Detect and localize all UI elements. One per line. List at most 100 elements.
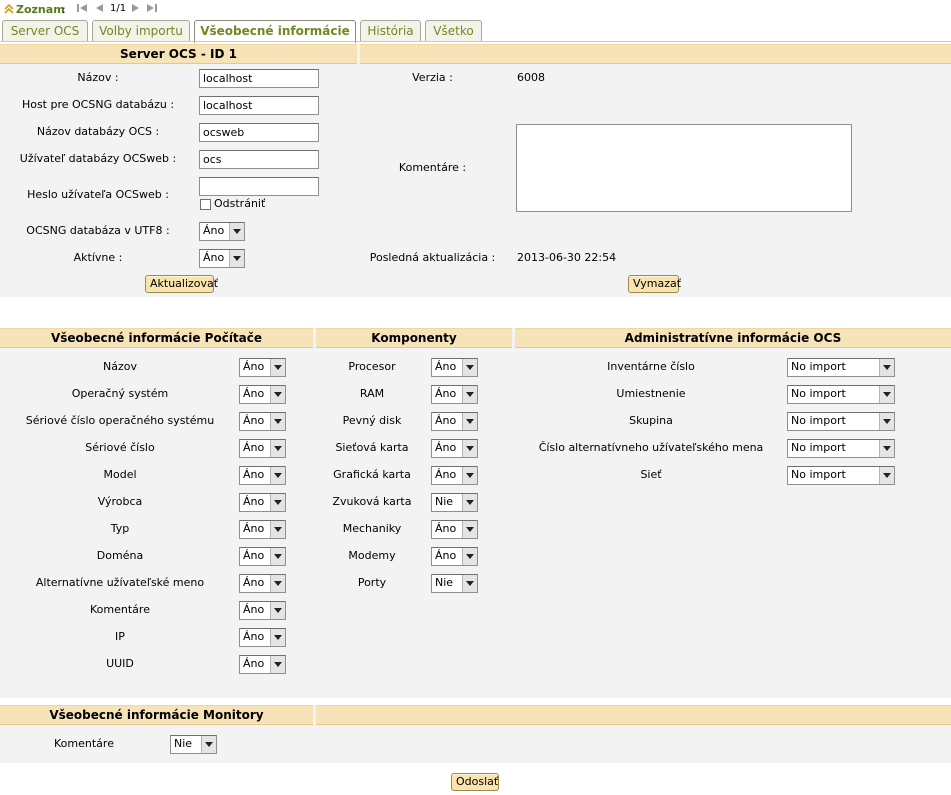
component-field-select[interactable]: Áno xyxy=(431,439,478,458)
tab-general-info[interactable]: Všeobecné informácie xyxy=(194,20,356,43)
nav-colon: : xyxy=(62,3,66,16)
component-field-select[interactable]: Áno xyxy=(431,466,478,485)
computer-field-select[interactable]: Áno xyxy=(239,412,286,431)
name-label: Názov : xyxy=(77,71,119,84)
computer-field-select[interactable]: Áno xyxy=(239,547,286,566)
chevron-down-icon xyxy=(462,440,477,457)
admin-field-label: Sieť xyxy=(640,468,662,481)
computer-field-select[interactable]: Áno xyxy=(239,439,286,458)
chevron-down-icon xyxy=(462,359,477,376)
select-value: Áno xyxy=(243,522,265,535)
computer-field-label: Názov xyxy=(103,360,137,373)
next-page-icon[interactable] xyxy=(130,2,142,14)
up-arrow-icon xyxy=(4,4,14,14)
chevron-down-icon xyxy=(270,386,285,403)
comments-label: Komentáre : xyxy=(398,161,467,174)
component-field-label: Procesor xyxy=(348,360,396,373)
chevron-down-icon xyxy=(270,359,285,376)
last-page-icon[interactable] xyxy=(146,2,158,14)
component-field-label: Mechaniky xyxy=(342,522,402,535)
chevron-down-icon xyxy=(270,413,285,430)
component-field-select[interactable]: Áno xyxy=(431,358,478,377)
active-select[interactable]: Áno xyxy=(199,249,245,268)
dbuser-input[interactable]: ocs xyxy=(199,150,319,169)
computer-field-select[interactable]: Áno xyxy=(239,466,286,485)
computer-field-label: Komentáre xyxy=(90,603,150,616)
utf8-select[interactable]: Áno xyxy=(199,222,245,241)
computer-field-select[interactable]: Áno xyxy=(239,574,286,593)
computer-field-select[interactable]: Áno xyxy=(239,358,286,377)
chevron-down-icon xyxy=(270,440,285,457)
monitor-header-right xyxy=(316,705,951,725)
computer-header: Všeobecné informácie Počítače xyxy=(0,328,313,348)
chevron-down-icon xyxy=(879,440,894,457)
select-value: Áno xyxy=(243,576,265,589)
chevron-down-icon xyxy=(462,467,477,484)
password-input[interactable] xyxy=(199,177,319,196)
component-field-select[interactable]: Áno xyxy=(431,520,478,539)
admin-field-select[interactable]: No import xyxy=(787,358,895,377)
components-header: Komponenty xyxy=(316,328,512,348)
chevron-down-icon xyxy=(879,467,894,484)
update-button[interactable]: Aktualizovať xyxy=(145,275,218,293)
chevron-down-icon xyxy=(462,386,477,403)
tab-all[interactable]: Všetko xyxy=(425,20,482,42)
admin-field-select[interactable]: No import xyxy=(787,412,895,431)
admin-field-select[interactable]: No import xyxy=(787,385,895,404)
select-value: No import xyxy=(791,387,846,400)
select-value: Áno xyxy=(435,360,457,373)
component-field-label: Zvuková karta xyxy=(332,495,412,508)
dbname-input[interactable]: ocsweb xyxy=(199,123,319,142)
remove-password-checkbox[interactable] xyxy=(200,199,211,210)
tab-server-ocs[interactable]: Server OCS xyxy=(2,20,88,42)
chevron-down-icon xyxy=(879,359,894,376)
server-header: Server OCS - ID 1 xyxy=(0,44,357,64)
submit-button[interactable]: Odoslať xyxy=(451,773,499,791)
component-field-select[interactable]: Nie xyxy=(431,574,478,593)
first-page-icon[interactable] xyxy=(76,2,88,14)
select-value: Áno xyxy=(435,441,457,454)
tab-history[interactable]: História xyxy=(360,20,421,42)
name-input[interactable]: localhost xyxy=(199,69,319,88)
computer-field-label: Sériové číslo xyxy=(85,441,155,454)
computer-field-label: Model xyxy=(103,468,137,481)
host-label: Host pre OCSNG databázu : xyxy=(21,98,175,111)
password-label: Heslo užívateľa OCSweb : xyxy=(27,188,169,201)
chevron-down-icon xyxy=(270,629,285,646)
component-field-select[interactable]: Áno xyxy=(431,385,478,404)
select-value: Áno xyxy=(243,549,265,562)
delete-button[interactable]: Vymazať xyxy=(628,275,681,293)
computer-field-select[interactable]: Áno xyxy=(239,493,286,512)
computer-field-select[interactable]: Áno xyxy=(239,385,286,404)
computer-field-select[interactable]: Áno xyxy=(239,520,286,539)
list-link[interactable]: Zoznam xyxy=(16,3,65,16)
chevron-down-icon xyxy=(229,223,244,240)
computer-field-select[interactable]: Áno xyxy=(239,655,286,674)
lastupdate-label: Posledná aktualizácia : xyxy=(369,251,496,264)
component-field-label: Pevný disk xyxy=(342,414,402,427)
select-value: Áno xyxy=(243,468,265,481)
component-field-select[interactable]: Áno xyxy=(431,412,478,431)
admin-field-select[interactable]: No import xyxy=(787,439,895,458)
computer-field-select[interactable]: Áno xyxy=(239,628,286,647)
monitor-header: Všeobecné informácie Monitory xyxy=(0,705,313,725)
component-field-select[interactable]: Nie xyxy=(431,493,478,512)
admin-field-select[interactable]: No import xyxy=(787,466,895,485)
remove-password-label: Odstrániť xyxy=(214,197,266,210)
admin-field-label: Skupina xyxy=(629,414,673,427)
component-field-select[interactable]: Áno xyxy=(431,547,478,566)
comments-textarea[interactable] xyxy=(516,124,852,212)
chevron-down-icon xyxy=(270,521,285,538)
tab-import-options[interactable]: Volby importu xyxy=(92,20,190,42)
computer-field-select[interactable]: Áno xyxy=(239,601,286,620)
version-value: 6008 xyxy=(517,71,545,84)
select-value: Áno xyxy=(243,414,265,427)
host-input[interactable]: localhost xyxy=(199,96,319,115)
chevron-down-icon xyxy=(270,656,285,673)
monitor-field-select[interactable]: Nie xyxy=(170,735,217,754)
select-value: Áno xyxy=(243,495,265,508)
previous-page-icon[interactable] xyxy=(93,2,105,14)
chevron-down-icon xyxy=(270,575,285,592)
chevron-down-icon xyxy=(270,494,285,511)
select-value: Áno xyxy=(435,387,457,400)
